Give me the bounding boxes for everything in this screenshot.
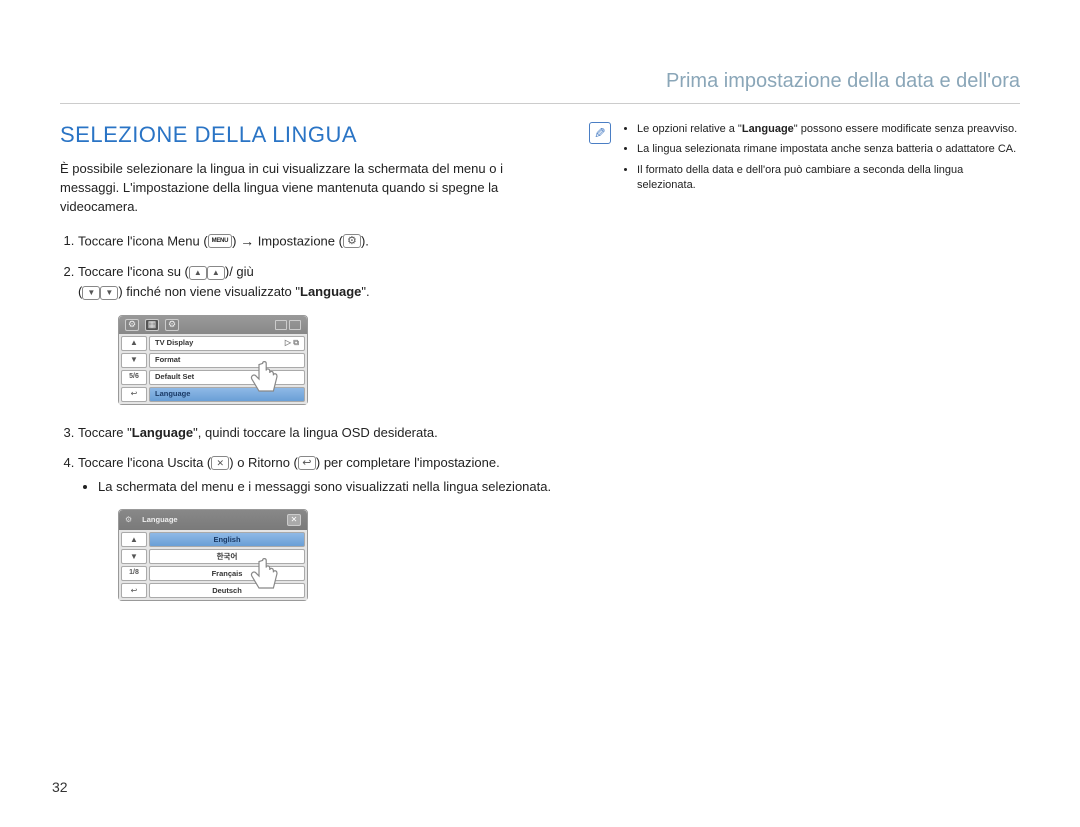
gear-icon [343, 234, 361, 248]
list-item[interactable]: Deutsch [149, 583, 305, 598]
list-item-selected[interactable]: English [149, 532, 305, 547]
step-3: Toccare "Language", quindi toccare la li… [78, 423, 559, 443]
gear-icon: ⚙ [165, 319, 179, 331]
device-screenshot-settings: ⚙ ▦ ⚙ ▲ ▼ 5/6 ↩ TV Display▷ ⧉ [118, 315, 308, 405]
dialog-title: Language [142, 514, 177, 526]
menu-icon: MENU [208, 234, 232, 248]
page-indicator: 5/6 [121, 370, 147, 385]
list-item[interactable]: Default Set [149, 370, 305, 385]
gear-icon: ⚙ [125, 319, 139, 331]
nav-down-button[interactable]: ▼ [121, 353, 147, 368]
step-2: Toccare l'icona su ()/ giù () finché non… [78, 262, 559, 404]
page-indicator: 1/8 [121, 566, 147, 581]
return-button[interactable]: ↩ [121, 387, 147, 402]
page-number: 32 [52, 779, 68, 795]
return-button[interactable]: ↩ [121, 583, 147, 598]
nav-up-button[interactable]: ▲ [121, 336, 147, 351]
up-icon [189, 266, 207, 280]
close-icon [211, 456, 229, 470]
gear-icon: ⚙ [125, 514, 132, 526]
list-item[interactable]: Français [149, 566, 305, 581]
note-item: Le opzioni relative a "Language" possono… [637, 122, 1020, 137]
arrow-icon: → [240, 233, 254, 249]
step-1: Toccare l'icona Menu (MENU) → Impostazio… [78, 231, 559, 253]
section-title: SELEZIONE DELLA LINGUA [60, 122, 559, 148]
down-icon [100, 286, 118, 300]
note-list: Le opzioni relative a "Language" possono… [621, 122, 1020, 199]
list-item[interactable]: Format [149, 353, 305, 368]
list-item-selected[interactable]: Language [149, 387, 305, 402]
note-icon [589, 122, 611, 144]
list-item[interactable]: TV Display▷ ⧉ [149, 336, 305, 351]
tab-icon: ▦ [145, 319, 159, 331]
step-4-bullet: La schermata del menu e i messaggi sono … [98, 477, 559, 497]
device-screenshot-language: ⚙ Language ✕ ▲ ▼ 1/8 ↩ English [118, 509, 308, 601]
up-icon [207, 266, 225, 280]
note-item: Il formato della data e dell'ora può cam… [637, 163, 1020, 194]
step-4: Toccare l'icona Uscita () o Ritorno () p… [78, 453, 559, 602]
close-button[interactable]: ✕ [287, 514, 301, 526]
note-item: La lingua selezionata rimane impostata a… [637, 142, 1020, 157]
breadcrumb: Prima impostazione della data e dell'ora [60, 70, 1020, 104]
list-item[interactable]: 한국어 [149, 549, 305, 564]
battery-icon [275, 320, 301, 330]
return-icon [298, 456, 316, 470]
nav-down-button[interactable]: ▼ [121, 549, 147, 564]
intro-text: È possibile selezionare la lingua in cui… [60, 160, 559, 217]
nav-up-button[interactable]: ▲ [121, 532, 147, 547]
down-icon [82, 286, 100, 300]
